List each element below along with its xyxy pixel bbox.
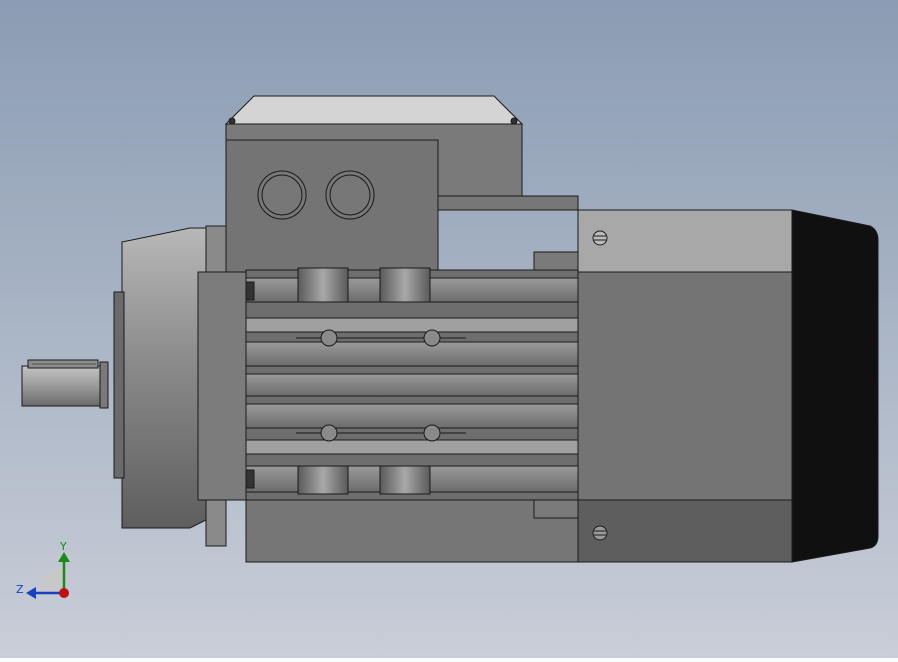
axis-label-y: Y xyxy=(59,540,67,553)
fan-cover[interactable] xyxy=(791,209,879,563)
axis-label-z: Z xyxy=(16,583,24,596)
screw-bottom[interactable] xyxy=(592,525,608,541)
stator-housing[interactable] xyxy=(245,251,579,563)
end-shield[interactable] xyxy=(577,209,793,563)
output-shaft[interactable] xyxy=(21,359,109,409)
cable-gland-2[interactable] xyxy=(325,170,375,220)
mounting-flange[interactable] xyxy=(113,225,247,547)
graphics-viewport[interactable]: Y Z xyxy=(0,0,898,658)
cable-gland-1[interactable] xyxy=(257,170,307,220)
screw-top[interactable] xyxy=(592,230,608,246)
